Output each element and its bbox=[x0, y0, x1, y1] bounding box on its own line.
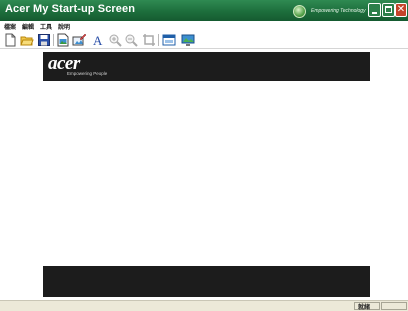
apply-screen-icon[interactable] bbox=[181, 33, 195, 47]
minimize-icon bbox=[372, 12, 377, 14]
bottom-banner bbox=[43, 266, 370, 297]
toolbar-separator bbox=[53, 34, 54, 46]
empowering-technology-badge: Empowering Technology bbox=[293, 4, 366, 18]
preview-canvas: acer Empowering People bbox=[0, 49, 408, 300]
preview-icon[interactable] bbox=[162, 33, 176, 47]
status-bar: 就緒 bbox=[0, 300, 408, 311]
maximize-icon bbox=[385, 6, 392, 13]
toolbar: A bbox=[0, 32, 408, 49]
close-button[interactable]: ✕ bbox=[395, 3, 407, 17]
new-file-icon[interactable] bbox=[3, 33, 17, 47]
save-icon[interactable] bbox=[37, 33, 51, 47]
status-pane-empty bbox=[381, 302, 407, 310]
title-bar[interactable]: Acer My Start-up Screen Empowering Techn… bbox=[0, 0, 408, 21]
edit-image-icon[interactable] bbox=[72, 33, 86, 47]
status-pane: 就緒 bbox=[354, 302, 380, 311]
text-tool-icon[interactable]: A bbox=[91, 33, 105, 47]
menu-bar: 檔案 編輯 工具 說明 bbox=[0, 21, 408, 32]
maximize-button[interactable] bbox=[382, 3, 395, 17]
empowering-technology-logo-icon bbox=[293, 4, 306, 18]
status-text: 就緒 bbox=[358, 304, 371, 311]
brand-text: Empowering Technology bbox=[311, 8, 366, 14]
menu-file[interactable]: 檔案 bbox=[4, 22, 16, 31]
menu-help[interactable]: 說明 bbox=[58, 22, 70, 31]
minimize-button[interactable] bbox=[368, 3, 381, 17]
menu-tools[interactable]: 工具 bbox=[40, 22, 52, 31]
window-title: Acer My Start-up Screen bbox=[5, 3, 136, 15]
menu-edit[interactable]: 編輯 bbox=[22, 22, 34, 31]
svg-text:A: A bbox=[93, 33, 103, 47]
crop-icon[interactable] bbox=[142, 33, 156, 47]
open-folder-icon[interactable] bbox=[20, 33, 34, 47]
zoom-in-icon[interactable] bbox=[108, 33, 122, 47]
close-icon: ✕ bbox=[396, 4, 406, 15]
toolbar-separator bbox=[158, 34, 159, 46]
top-banner: acer Empowering People bbox=[43, 52, 370, 81]
tagline: Empowering People bbox=[67, 71, 108, 76]
import-image-icon[interactable] bbox=[56, 33, 70, 47]
app-window: Acer My Start-up Screen Empowering Techn… bbox=[0, 0, 408, 311]
zoom-out-icon[interactable] bbox=[124, 33, 138, 47]
